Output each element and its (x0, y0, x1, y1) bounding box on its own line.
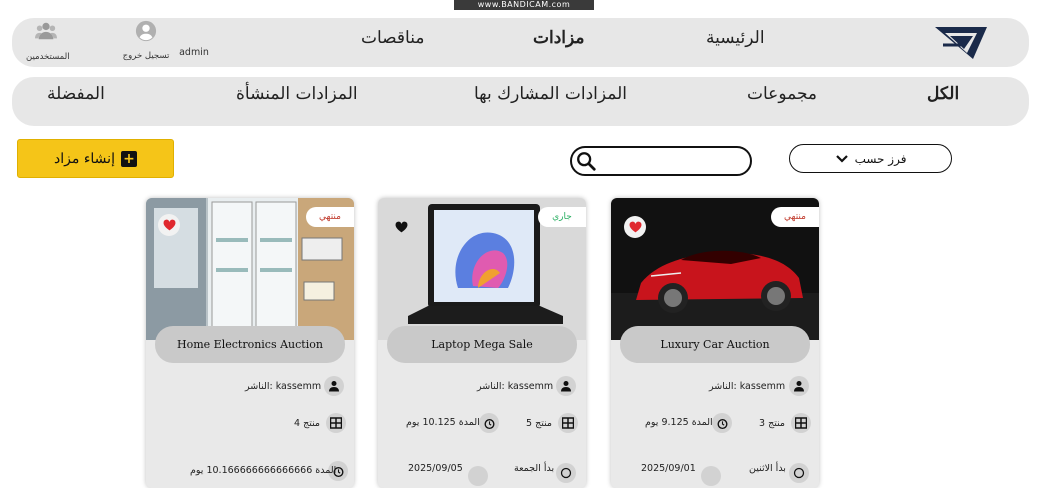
tab-participated[interactable]: المزادات المشارك بها (474, 84, 627, 104)
tab-all[interactable]: الكل (927, 84, 959, 104)
search-input[interactable] (602, 151, 746, 171)
favorite-button[interactable] (624, 216, 646, 238)
auction-title[interactable]: Luxury Car Auction (620, 326, 810, 363)
create-auction-label: إنشاء مزاد (54, 150, 115, 167)
clock-icon (468, 466, 488, 486)
chevron-down-icon (835, 154, 848, 163)
auction-card[interactable]: منتهي Luxury Car Auction الناشر: kassemm… (611, 198, 819, 488)
username-label: admin (179, 47, 209, 58)
products-text: منتج 4 (294, 418, 321, 429)
heart-icon (629, 221, 641, 233)
start-date: 2025/09/05 (408, 463, 463, 474)
auction-card[interactable]: جاري Laptop Mega Sale الناشر: kassemm من… (378, 198, 586, 488)
filter-tabs-bar: المفضلة المزادات المنشأة المزادات المشار… (12, 77, 1029, 126)
person-icon (789, 376, 809, 396)
publisher-text: الناشر: kassemm (245, 381, 322, 392)
clock-icon (556, 463, 576, 483)
logout-button[interactable]: تسجيل خروج (120, 20, 172, 61)
person-icon (556, 376, 576, 396)
start-day: بدأ الجمعة (514, 463, 555, 474)
users-link[interactable]: المستخدمين (26, 20, 70, 62)
favorite-button[interactable] (158, 214, 180, 236)
plus-square-icon: + (120, 150, 137, 167)
products-text: منتج 5 (526, 418, 553, 429)
heart-icon (163, 219, 175, 231)
start-day: بدأ الاثنين (749, 463, 786, 474)
search-icon[interactable] (575, 150, 597, 172)
users-label: المستخدمين (26, 52, 70, 62)
start-date: 2025/09/01 (641, 463, 696, 474)
grid-icon (558, 413, 578, 433)
duration-text: المدة 10.166666666666666 يوم (190, 465, 337, 476)
brand-logo[interactable] (933, 23, 989, 63)
sort-dropdown[interactable]: فرز حسب (789, 144, 952, 173)
recording-watermark: www.BANDICAM.com (454, 0, 594, 10)
auction-card[interactable]: منتهي Home Electronics Auction الناشر: k… (146, 198, 354, 488)
grid-icon (326, 413, 346, 433)
status-badge: منتهي (306, 207, 354, 227)
username: admin (174, 20, 214, 58)
create-auction-button[interactable]: إنشاء مزاد + (17, 139, 174, 178)
heart-icon (395, 221, 407, 233)
logout-label: تسجيل خروج (122, 51, 170, 61)
search-field (570, 146, 752, 176)
nav-home[interactable]: الرئيسية (706, 28, 765, 48)
publisher-text: الناشر: kassemm (709, 381, 786, 392)
nav-auctions[interactable]: مزادات (533, 28, 585, 48)
duration-text: المدة 9.125 يوم (645, 417, 713, 428)
alarm-clock-icon (479, 413, 499, 433)
users-icon (35, 22, 57, 40)
duration-text: المدة 10.125 يوم (406, 417, 480, 428)
publisher-text: الناشر: kassemm (477, 381, 554, 392)
auction-title[interactable]: Laptop Mega Sale (387, 326, 577, 363)
auction-title[interactable]: Home Electronics Auction (155, 326, 345, 363)
alarm-clock-icon (712, 413, 732, 433)
tab-favorites[interactable]: المفضلة (47, 84, 105, 104)
status-badge: جاري (538, 207, 586, 227)
grid-icon (791, 413, 811, 433)
sort-label: فرز حسب (854, 151, 907, 166)
favorite-button[interactable] (390, 216, 412, 238)
person-icon (324, 376, 344, 396)
tab-created[interactable]: المزادات المنشأة (236, 84, 358, 104)
nav-tenders[interactable]: مناقصات (361, 28, 424, 48)
clock-icon (789, 463, 809, 483)
tab-groups[interactable]: مجموعات (747, 84, 817, 104)
user-circle-icon (135, 20, 157, 42)
products-text: منتج 3 (759, 418, 786, 429)
status-badge: منتهي (771, 207, 819, 227)
top-navigation-bar: المستخدمين تسجيل خروج admin مناقصات مزاد… (12, 18, 1029, 67)
clock-icon (701, 466, 721, 486)
